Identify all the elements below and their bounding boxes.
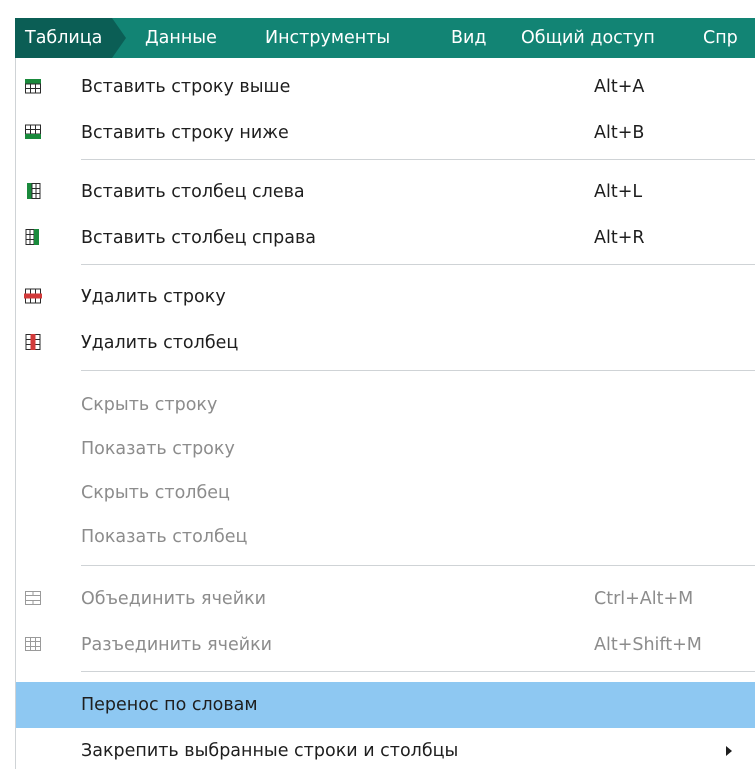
hide-row-label: Скрыть строку [81, 395, 218, 415]
menu-help[interactable]: Спр [703, 18, 738, 58]
split-cells-item[interactable]: Разъединить ячейки Alt+Shift+M [16, 622, 755, 668]
menu-separator [81, 565, 755, 566]
insert-column-left-icon [27, 183, 41, 199]
menu-sharing[interactable]: Общий доступ [521, 18, 655, 58]
merge-cells-item[interactable]: Объединить ячейки Ctrl+Alt+M [16, 576, 755, 622]
delete-column-icon [25, 334, 41, 350]
menu-tools[interactable]: Инструменты [265, 18, 390, 58]
menu-sharing-label: Общий доступ [521, 28, 655, 48]
insert-row-above-label: Вставить строку выше [81, 77, 291, 97]
insert-row-below-icon [25, 124, 41, 139]
delete-column-label: Удалить столбец [81, 333, 239, 353]
split-cells-label: Разъединить ячейки [81, 635, 273, 655]
freeze-rows-columns-item[interactable]: Закрепить выбранные строки и столбцы [16, 728, 755, 774]
show-row-label: Показать строку [81, 439, 235, 459]
submenu-arrow-icon [726, 746, 732, 756]
menu-tools-label: Инструменты [265, 28, 391, 48]
menu-table-label: Таблица [25, 28, 103, 48]
delete-row-label: Удалить строку [81, 287, 226, 307]
delete-column-item[interactable]: Удалить столбец [16, 320, 755, 366]
insert-column-right-label: Вставить столбец справа [81, 228, 316, 248]
menu-data-label: Данные [145, 28, 217, 48]
delete-row-icon [24, 288, 42, 304]
menu-separator [81, 264, 755, 265]
insert-column-left-label: Вставить столбец слева [81, 182, 305, 202]
insert-row-above-icon [25, 79, 41, 94]
word-wrap-label: Перенос по словам [81, 695, 258, 715]
word-wrap-item[interactable]: Перенос по словам [16, 682, 755, 728]
menu-separator [81, 159, 755, 160]
menu-data[interactable]: Данные [145, 18, 217, 58]
menu-help-label: Спр [703, 28, 738, 48]
insert-row-below-shortcut: Alt+B [594, 123, 645, 143]
insert-row-below-item[interactable]: Вставить строку ниже Alt+B [16, 110, 755, 156]
table-dropdown-menu: Вставить строку выше Alt+A Вставить стро… [15, 58, 755, 769]
merge-cells-icon [25, 591, 41, 605]
menu-view-label: Вид [451, 28, 487, 48]
insert-column-left-item[interactable]: Вставить столбец слева Alt+L [16, 169, 755, 215]
insert-column-left-shortcut: Alt+L [594, 182, 643, 202]
menu-bar: Таблица Данные Инструменты Вид Общий дос… [15, 18, 755, 58]
menu-table[interactable]: Таблица [15, 18, 127, 58]
split-cells-shortcut: Alt+Shift+M [594, 635, 702, 655]
app-window: Таблица Данные Инструменты Вид Общий дос… [0, 0, 755, 769]
show-column-item[interactable]: Показать столбец [16, 514, 755, 560]
menu-separator [81, 370, 755, 371]
menu-separator [81, 671, 755, 672]
show-column-label: Показать столбец [81, 527, 248, 547]
hide-row-item[interactable]: Скрыть строку [16, 382, 755, 428]
hide-column-label: Скрыть столбец [81, 483, 230, 503]
insert-column-right-item[interactable]: Вставить столбец справа Alt+R [16, 215, 755, 261]
split-cells-icon [25, 637, 41, 651]
hide-column-item[interactable]: Скрыть столбец [16, 470, 755, 516]
insert-column-right-icon [25, 229, 39, 245]
freeze-rows-columns-label: Закрепить выбранные строки и столбцы [81, 741, 459, 761]
delete-row-item[interactable]: Удалить строку [16, 274, 755, 320]
insert-column-right-shortcut: Alt+R [594, 228, 645, 248]
insert-row-below-label: Вставить строку ниже [81, 123, 289, 143]
insert-row-above-item[interactable]: Вставить строку выше Alt+A [16, 64, 755, 110]
show-row-item[interactable]: Показать строку [16, 426, 755, 472]
menu-view[interactable]: Вид [451, 18, 486, 58]
merge-cells-label: Объединить ячейки [81, 589, 267, 609]
merge-cells-shortcut: Ctrl+Alt+M [594, 589, 694, 609]
insert-row-above-shortcut: Alt+A [594, 77, 645, 97]
